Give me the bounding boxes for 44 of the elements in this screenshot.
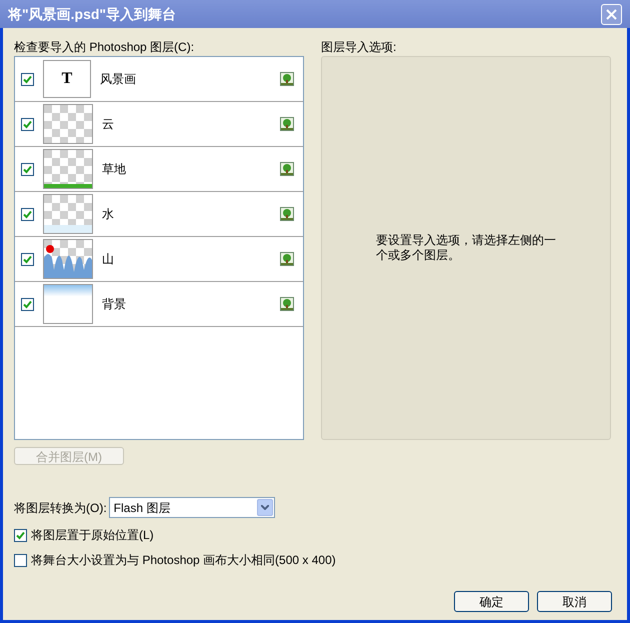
tree-picture-icon[interactable] <box>280 297 294 311</box>
layer-row[interactable]: 水 <box>15 192 303 237</box>
layer-name: 水 <box>102 206 115 223</box>
layer-checkbox[interactable] <box>21 252 34 266</box>
layer-name: 云 <box>102 116 115 133</box>
tree-picture-icon[interactable] <box>280 207 294 221</box>
layer-row[interactable]: 背景 <box>15 282 303 327</box>
options-message: 要设置导入选项，请选择左侧的一个或多个图层。 <box>376 233 556 263</box>
layer-checkbox[interactable] <box>21 208 34 220</box>
option-label: 将舞台大小设置为与 Photoshop 画布大小相同(500 x 400) <box>31 552 336 569</box>
layer-thumbnail <box>43 104 93 144</box>
tree-picture-icon[interactable] <box>280 252 294 266</box>
layer-thumbnail <box>43 194 93 234</box>
layer-checkbox[interactable] <box>21 298 34 310</box>
convert-dropdown[interactable]: Flash 图层 <box>108 497 275 518</box>
layer-row[interactable]: 草地 <box>15 147 303 192</box>
layer-name: 山 <box>102 251 115 268</box>
layer-thumbnail <box>43 149 93 189</box>
tree-picture-icon[interactable] <box>280 117 294 131</box>
layer-checkbox[interactable] <box>21 118 34 130</box>
tree-picture-icon[interactable] <box>280 72 294 86</box>
layer-name: 背景 <box>102 296 127 313</box>
close-button[interactable] <box>601 4 622 24</box>
layer-row[interactable]: 山 <box>15 237 303 282</box>
window-title: 将"风景画.psd"导入到舞台 <box>8 4 176 24</box>
layer-name: 风景画 <box>100 71 137 88</box>
dialog-button[interactable]: 取消 <box>537 591 612 612</box>
convert-label: 将图层转换为(O): <box>14 500 107 516</box>
layer-name: 草地 <box>102 161 127 178</box>
layer-row[interactable]: T 风景画 <box>15 57 303 102</box>
tree-picture-icon[interactable] <box>280 162 294 176</box>
layer-thumbnail <box>43 284 93 324</box>
layer-checkbox[interactable] <box>21 72 34 86</box>
layer-row[interactable]: 云 <box>15 102 303 147</box>
layer-thumbnail: T <box>43 60 91 98</box>
layer-checkbox[interactable] <box>21 162 34 176</box>
option-checkbox[interactable] <box>14 554 27 566</box>
option-checkbox[interactable] <box>14 528 27 542</box>
dialog-button[interactable]: 确定 <box>454 591 529 612</box>
option-label: 将图层置于原始位置(L) <box>31 527 154 544</box>
close-icon <box>606 8 617 20</box>
layer-thumbnail <box>43 239 93 279</box>
layers-label: 检查要导入的 Photoshop 图层(C): <box>14 39 196 56</box>
options-label: 图层导入选项: <box>321 39 398 56</box>
